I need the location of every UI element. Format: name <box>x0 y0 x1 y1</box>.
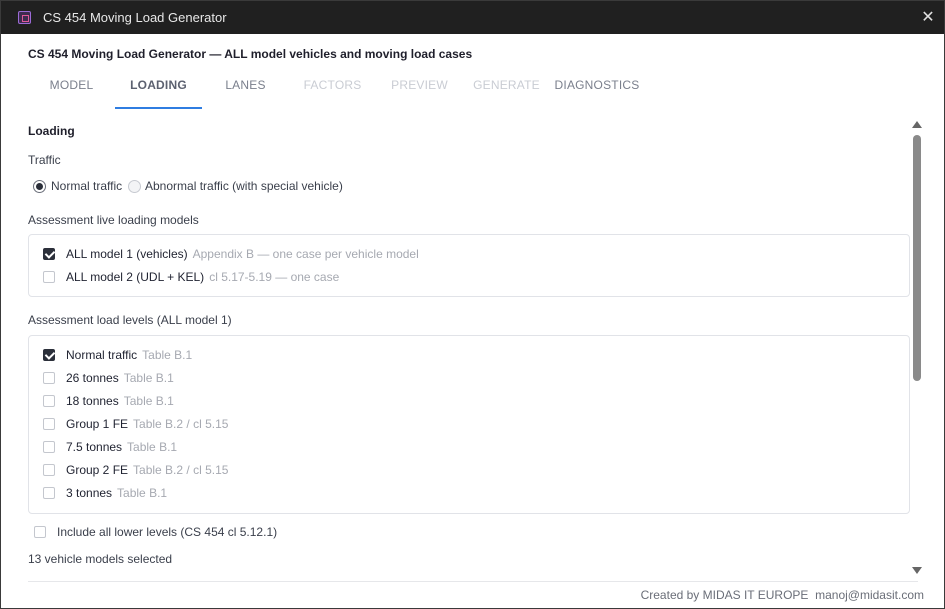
models-label: Assessment live loading models <box>28 213 199 227</box>
close-icon[interactable]: ✕ <box>912 1 944 34</box>
footer-credit-text: Created by MIDAS IT EUROPE <box>640 588 809 602</box>
window-title: CS 454 Moving Load Generator <box>43 10 227 25</box>
tab-preview: PREVIEW <box>391 78 448 92</box>
list-item-label: 7.5 tonnes Table B.1 <box>66 440 178 454</box>
checkbox-include-lower-levels[interactable] <box>34 526 46 538</box>
checkbox-all-model-2[interactable] <box>43 271 55 283</box>
checkbox-normal-traffic[interactable] <box>43 349 55 361</box>
scroll-up-arrow-icon[interactable] <box>912 121 922 128</box>
footer-email: manoj@midasit.com <box>815 588 924 602</box>
tab-model[interactable]: MODEL <box>28 71 115 109</box>
list-item-label: Group 1 FE Table B.2 / cl 5.15 <box>66 417 229 431</box>
section-title: Loading <box>28 124 75 138</box>
list-item-label: 3 tonnes Table B.1 <box>66 486 168 500</box>
footer-credit: Created by MIDAS IT EUROPE manoj@midasit… <box>641 588 924 602</box>
app-window: CS 454 Moving Load Generator ✕ CS 454 Mo… <box>0 0 945 609</box>
list-item-label: ALL model 2 (UDL + KEL) cl 5.17-5.19 — on… <box>66 270 340 284</box>
tab-bar: MODEL LOADING LANES FACTORS PREVIEW GENE… <box>28 71 918 109</box>
radio-abnormal-traffic-label[interactable]: Abnormal traffic (with special vehicle) <box>145 179 343 193</box>
list-item-label: 18 tonnes Table B.1 <box>66 394 174 408</box>
levels-list: Normal traffic Table B.1 26 tonnes Table B… <box>28 335 910 514</box>
tab-diagnostics[interactable]: DIAGNOSTICS <box>550 71 644 109</box>
loading-panel: Loading Traffic Normal traffic Abnormal … <box>28 119 912 579</box>
checkbox-7-5-tonnes[interactable] <box>43 441 55 453</box>
radio-normal-traffic[interactable] <box>33 180 46 193</box>
list-item-label: Group 2 FE Table B.2 / cl 5.15 <box>66 463 229 477</box>
checkbox-3-tonnes[interactable] <box>43 487 55 499</box>
tab-loading[interactable]: LOADING <box>115 71 202 109</box>
title-bar[interactable]: CS 454 Moving Load Generator ✕ <box>1 1 944 34</box>
traffic-label: Traffic <box>28 153 61 167</box>
checkbox-18-tonnes[interactable] <box>43 395 55 407</box>
include-lower-levels-label: Include all lower levels (CS 454 cl 5.12… <box>57 525 278 539</box>
radio-abnormal-traffic[interactable] <box>128 180 141 193</box>
scrollbar-thumb[interactable] <box>913 135 921 381</box>
models-list: ALL model 1 (vehicles) Appendix B — one c… <box>28 234 910 297</box>
selected-count-status: 13 vehicle models selected <box>28 552 173 566</box>
list-item-label: Normal traffic Table B.1 <box>66 348 193 362</box>
app-icon <box>18 11 31 24</box>
tab-lanes[interactable]: LANES <box>202 71 289 109</box>
footer-divider <box>28 581 918 582</box>
checkbox-26-tonnes[interactable] <box>43 372 55 384</box>
tab-factors: FACTORS <box>303 78 362 92</box>
tab-generate: GENERATE <box>473 78 540 92</box>
levels-label: Assessment load levels (ALL model 1) <box>28 313 232 327</box>
scroll-down-arrow-icon[interactable] <box>912 567 922 574</box>
radio-normal-traffic-label[interactable]: Normal traffic <box>51 179 122 193</box>
page-title: CS 454 Moving Load Generator — ALL model… <box>28 47 473 61</box>
list-item-label: 26 tonnes Table B.1 <box>66 371 174 385</box>
checkbox-group-1-fe[interactable] <box>43 418 55 430</box>
checkbox-all-model-1[interactable] <box>43 248 55 260</box>
checkbox-group-2-fe[interactable] <box>43 464 55 476</box>
list-item-label: ALL model 1 (vehicles) Appendix B — one c… <box>66 247 419 261</box>
